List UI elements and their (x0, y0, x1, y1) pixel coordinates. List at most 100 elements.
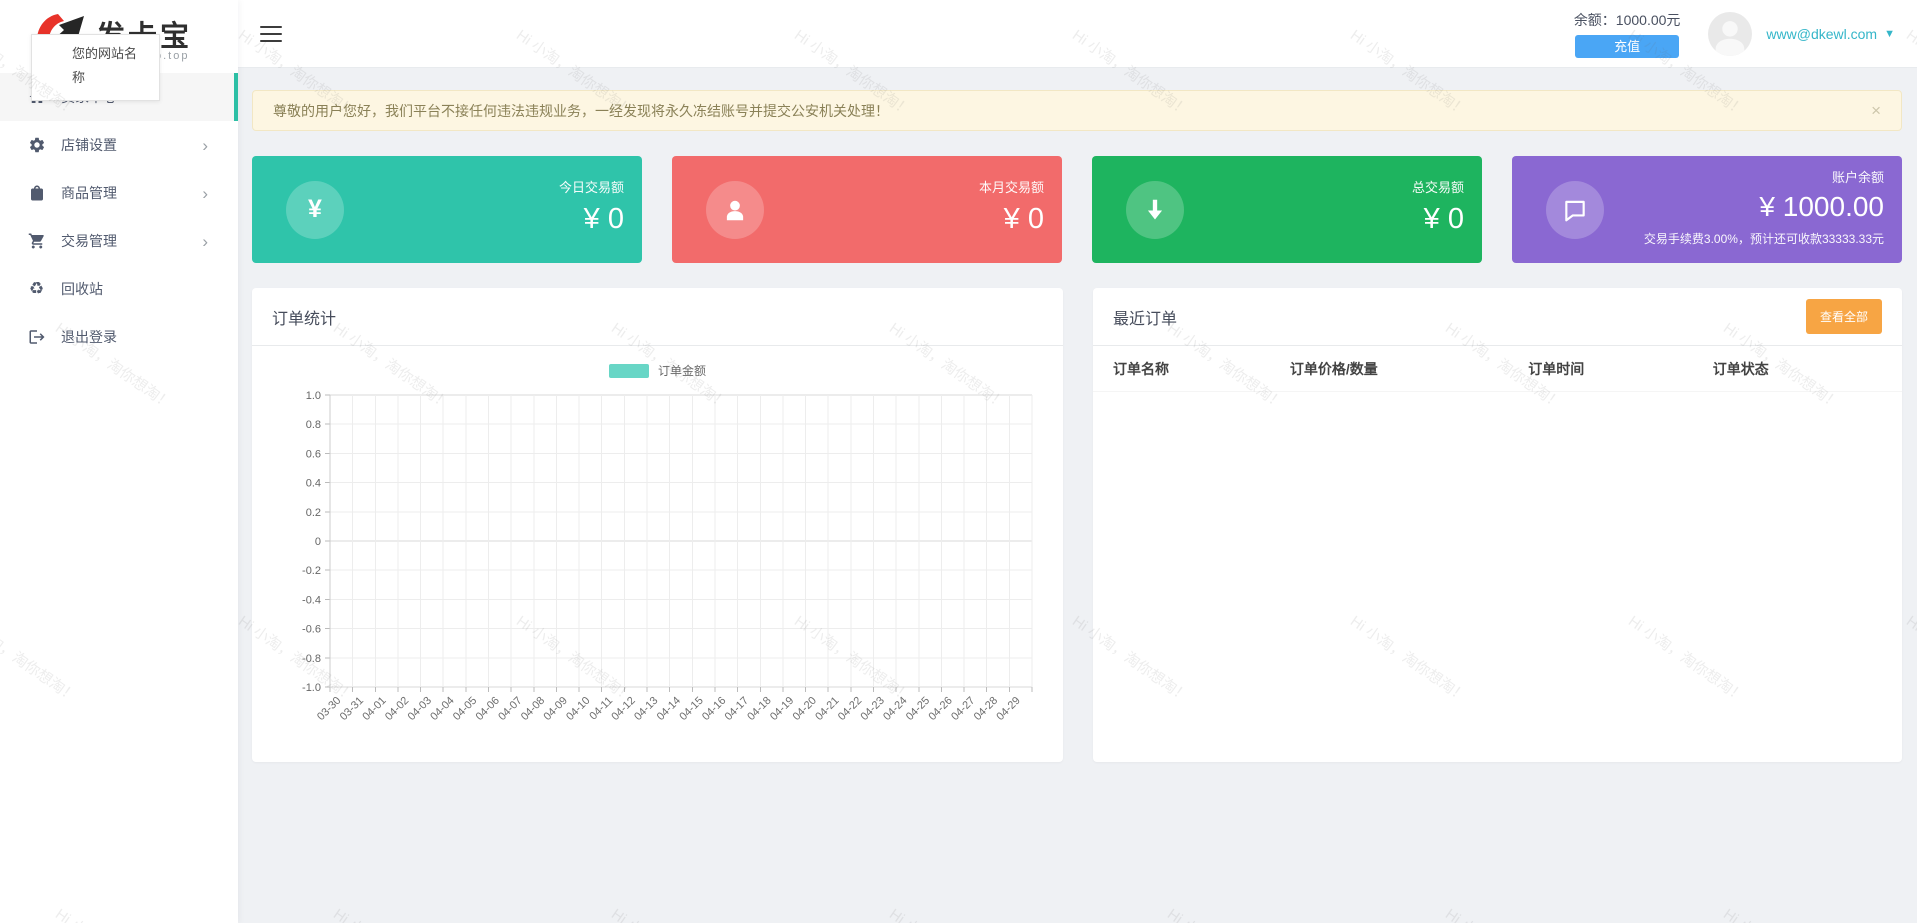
stat-card-today: ¥ 今日交易额 ¥ 0 (252, 156, 642, 263)
svg-text:04-28: 04-28 (972, 695, 1000, 723)
orders-col-time: 订单时间 (1528, 359, 1713, 379)
sidebar-item-recycle-bin[interactable]: ♻ 回收站 (0, 265, 238, 313)
svg-text:04-15: 04-15 (677, 695, 705, 723)
orders-table-body (1093, 392, 1902, 760)
orders-col-name: 订单名称 (1113, 359, 1290, 379)
avatar[interactable] (1708, 12, 1752, 56)
stat-card-balance: 账户余额 ¥ 1000.00 交易手续费3.00%，预计还可收款33333.33… (1512, 156, 1902, 263)
svg-text:04-02: 04-02 (383, 695, 411, 723)
svg-text:0.4: 0.4 (306, 478, 321, 490)
svg-text:04-29: 04-29 (994, 695, 1022, 723)
svg-text:04-22: 04-22 (836, 695, 864, 723)
stat-value: ¥ 0 (979, 203, 1044, 236)
svg-text:04-27: 04-27 (949, 695, 977, 723)
svg-text:04-21: 04-21 (813, 695, 841, 723)
svg-text:04-24: 04-24 (881, 695, 909, 723)
svg-text:03-30: 03-30 (315, 695, 343, 723)
gear-icon (27, 136, 46, 155)
svg-text:04-01: 04-01 (360, 695, 388, 723)
chat-icon (1546, 181, 1604, 239)
panel-title: 订单统计 (272, 305, 336, 329)
notice-text: 尊敬的用户您好，我们平台不接任何违法违规业务，一经发现将永久冻结账号并提交公安机… (273, 101, 1871, 121)
stat-label: 本月交易额 (979, 177, 1044, 196)
stat-value: ¥ 0 (559, 203, 624, 236)
sidebar-item-label: 店铺设置 (61, 135, 117, 155)
chevron-right-icon: › (202, 185, 208, 202)
recycle-icon: ♻ (27, 280, 46, 299)
account-dropdown[interactable]: www@dkewl.com ▼ (1766, 26, 1895, 42)
user-icon (706, 181, 764, 239)
svg-text:04-12: 04-12 (609, 695, 637, 723)
order-stats-panel: 订单统计 订单金额 1.00.80.60.40.20-0.2-0.4-0.6-0… (252, 288, 1063, 762)
svg-text:04-05: 04-05 (451, 695, 479, 723)
legend-label: 订单金额 (658, 362, 706, 379)
sidebar-item-label: 回收站 (61, 279, 103, 299)
svg-text:04-19: 04-19 (768, 695, 796, 723)
svg-text:04-09: 04-09 (542, 695, 570, 723)
panels-row: 订单统计 订单金额 1.00.80.60.40.20-0.2-0.4-0.6-0… (252, 288, 1902, 762)
svg-text:04-08: 04-08 (519, 695, 547, 723)
avatar-placeholder-icon (1708, 12, 1752, 56)
order-chart: 1.00.80.60.40.20-0.2-0.4-0.6-0.8-1.003-3… (272, 383, 1043, 761)
svg-text:04-06: 04-06 (474, 695, 502, 723)
orders-table-header: 订单名称 订单价格/数量 订单时间 订单状态 (1093, 346, 1902, 392)
sidebar-item-label: 交易管理 (61, 231, 117, 251)
logout-icon (27, 328, 46, 347)
arrow-down-icon (1126, 181, 1184, 239)
cart-icon (27, 232, 46, 251)
svg-text:-0.4: -0.4 (302, 594, 321, 606)
bag-icon (27, 184, 46, 203)
sidebar-item-label: 商品管理 (61, 183, 117, 203)
top-header: 余额：1000.00元 充值 www@dkewl.com ▼ (238, 0, 1917, 68)
svg-text:04-07: 04-07 (496, 695, 524, 723)
sidebar: 发卡宝 o.top 卖家中心 店铺设置 › 商品管理 › (0, 0, 238, 923)
svg-text:0: 0 (315, 536, 321, 548)
svg-text:04-14: 04-14 (655, 695, 683, 723)
stat-label: 总交易额 (1412, 177, 1464, 196)
sidebar-item-label: 退出登录 (61, 327, 117, 347)
sidebar-menu: 卖家中心 店铺设置 › 商品管理 › 交易管理 › ♻ 回收站 (0, 68, 238, 361)
balance-text: 余额：1000.00元 (1574, 10, 1681, 30)
stat-cards: ¥ 今日交易额 ¥ 0 本月交易额 ¥ 0 总交易额 ¥ 0 (252, 156, 1902, 263)
svg-text:04-20: 04-20 (791, 695, 819, 723)
svg-text:1.0: 1.0 (306, 390, 321, 402)
svg-text:04-03: 04-03 (406, 695, 434, 723)
svg-text:04-25: 04-25 (904, 695, 932, 723)
chevron-right-icon: › (202, 137, 208, 154)
sidebar-item-logout[interactable]: 退出登录 (0, 313, 238, 361)
stat-label: 账户余额 (1644, 167, 1884, 186)
close-icon[interactable]: × (1871, 102, 1881, 119)
sidebar-item-shop-settings[interactable]: 店铺设置 › (0, 121, 238, 169)
logo-subtitle: o.top (155, 50, 189, 62)
svg-text:04-18: 04-18 (745, 695, 773, 723)
svg-text:-0.6: -0.6 (302, 624, 321, 636)
svg-text:04-17: 04-17 (723, 695, 751, 723)
sidebar-item-trade-management[interactable]: 交易管理 › (0, 217, 238, 265)
yen-icon: ¥ (286, 181, 344, 239)
stat-sub-text: 交易手续费3.00%，预计还可收款33333.33元 (1644, 230, 1884, 247)
svg-text:04-11: 04-11 (587, 695, 615, 723)
stat-value: ¥ 0 (1412, 203, 1464, 236)
orders-col-price-qty: 订单价格/数量 (1290, 359, 1528, 379)
sidebar-item-product-management[interactable]: 商品管理 › (0, 169, 238, 217)
svg-text:04-23: 04-23 (859, 695, 887, 723)
svg-text:04-13: 04-13 (632, 695, 660, 723)
recharge-button[interactable]: 充值 (1575, 35, 1679, 58)
caret-down-icon: ▼ (1884, 28, 1895, 40)
main-content: 尊敬的用户您好，我们平台不接任何违法违规业务，一经发现将永久冻结账号并提交公安机… (238, 68, 1917, 923)
stat-label: 今日交易额 (559, 177, 624, 196)
view-all-button[interactable]: 查看全部 (1806, 299, 1882, 334)
notice-banner: 尊敬的用户您好，我们平台不接任何违法违规业务，一经发现将永久冻结账号并提交公安机… (252, 90, 1902, 131)
svg-text:04-04: 04-04 (428, 695, 456, 723)
stat-value: ¥ 1000.00 (1644, 191, 1884, 223)
svg-text:04-26: 04-26 (926, 695, 954, 723)
svg-text:0.2: 0.2 (306, 507, 321, 519)
hamburger-menu-icon[interactable] (260, 26, 282, 42)
account-email: www@dkewl.com (1766, 26, 1877, 42)
svg-text:03-31: 03-31 (338, 695, 366, 723)
svg-text:04-16: 04-16 (700, 695, 728, 723)
svg-text:0.6: 0.6 (306, 448, 321, 460)
svg-text:0.8: 0.8 (306, 419, 321, 431)
chart-legend[interactable]: 订单金额 (272, 362, 1043, 379)
balance-box: 余额：1000.00元 充值 (1574, 10, 1681, 58)
